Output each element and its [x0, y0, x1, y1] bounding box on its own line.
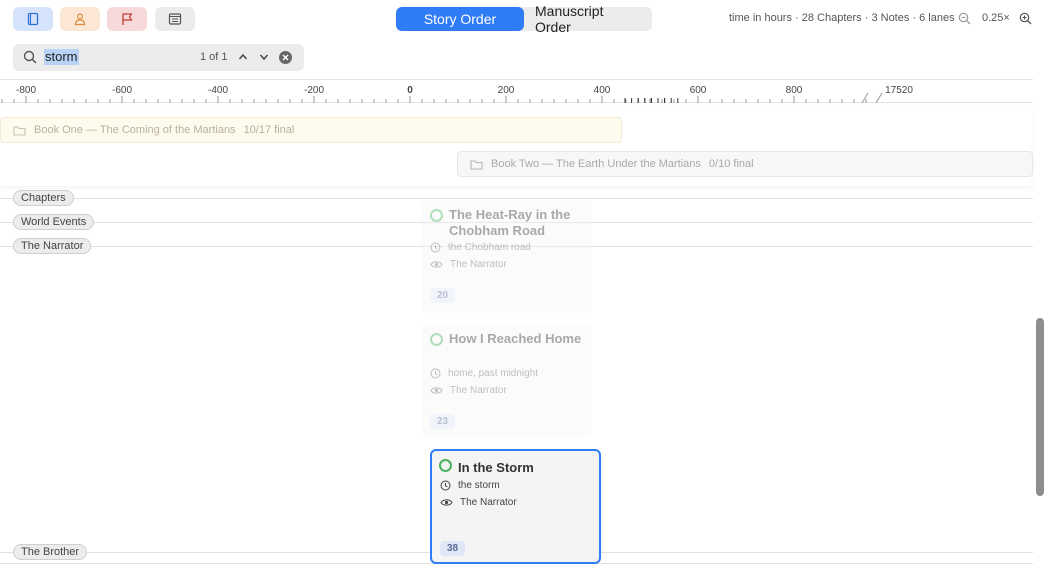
- chapter-pov: The Narrator: [430, 259, 507, 270]
- chapter-number-badge: 23: [430, 414, 455, 429]
- chevron-up-icon: [238, 53, 248, 60]
- chapter-number-badge: 38: [440, 541, 465, 556]
- zoom-level: 0.25×: [982, 12, 1010, 24]
- ruler-label: -600: [111, 85, 133, 96]
- status-circle-icon: [439, 459, 452, 472]
- book-progress: 0/10 final: [708, 158, 754, 170]
- chapter-time-text: home, past midnight: [448, 368, 539, 379]
- timeline-info: time in hours · 28 Chapters · 3 Notes · …: [729, 12, 955, 24]
- eye-icon: [430, 261, 443, 268]
- axis-break-mark: [875, 92, 883, 104]
- book-title: Book One — The Coming of the Martians: [34, 124, 236, 136]
- book-title: Book Two — The Earth Under the Martians: [491, 158, 701, 170]
- ruler-label: 600: [689, 85, 707, 96]
- chapter-time-text: the Chobham road: [448, 242, 531, 253]
- ruler-label: 17520: [885, 85, 913, 96]
- ruler-label: 800: [785, 85, 803, 96]
- book-icon: [27, 12, 39, 26]
- chapter-time: home, past midnight: [430, 368, 538, 379]
- clock-icon: [440, 480, 451, 491]
- folder-icon: [470, 159, 483, 170]
- close-icon: [282, 54, 289, 61]
- chapters-view-button[interactable]: [13, 7, 53, 31]
- clear-search-button[interactable]: [279, 51, 292, 64]
- ruler-label: 0: [407, 85, 413, 96]
- chapter-card[interactable]: How I Reached Home home, past midnight T…: [421, 324, 592, 437]
- chapter-pov-text: The Narrator: [450, 385, 507, 396]
- events-view-button[interactable]: [107, 7, 147, 31]
- chapter-pov-text: The Narrator: [450, 259, 507, 270]
- book-progress: 10/17 final: [243, 124, 295, 136]
- zoom-in-button[interactable]: [1019, 12, 1032, 25]
- lane-label-the-brother[interactable]: The Brother: [13, 544, 88, 560]
- search-match-count: 1 of 1: [200, 51, 228, 63]
- notes-view-button[interactable]: [155, 7, 195, 31]
- chapter-number-badge: 20: [430, 288, 455, 303]
- chapter-title: The Heat-Ray in the Chobham Road: [449, 207, 571, 238]
- zoom-out-icon: [958, 12, 971, 25]
- folder-icon: [13, 125, 26, 136]
- previous-match-button[interactable]: [237, 51, 249, 63]
- ruler-label: 400: [593, 85, 611, 96]
- axis-break-mark: [861, 92, 869, 104]
- notes-icon: [168, 13, 182, 25]
- chapter-time: the Chobham road: [430, 242, 531, 253]
- flag-icon: [122, 13, 133, 25]
- chapter-pov: The Narrator: [430, 385, 507, 396]
- book-two-bar[interactable]: Book Two — The Earth Under the Martians …: [457, 151, 1033, 177]
- ruler-label: 200: [497, 85, 515, 96]
- next-match-button[interactable]: [258, 51, 270, 63]
- status-circle-icon: [430, 333, 443, 346]
- lane-label-chapters[interactable]: Chapters: [13, 190, 74, 206]
- ruler-ticks: [1, 92, 883, 104]
- eye-icon: [430, 387, 443, 394]
- book-one-bar[interactable]: Book One — The Coming of the Martians 10…: [0, 117, 622, 143]
- ruler-label: -800: [15, 85, 37, 96]
- scrollbar-thumb[interactable]: [1036, 318, 1044, 496]
- chapter-time-text: the storm: [458, 480, 500, 491]
- chevron-down-icon: [259, 54, 269, 61]
- zoom-in-icon: [1019, 12, 1032, 25]
- clock-icon: [430, 368, 441, 379]
- order-toggle: Story Order Manuscript Order: [396, 3, 652, 35]
- person-icon: [74, 13, 86, 26]
- chapter-pov-text: The Narrator: [460, 497, 517, 508]
- chapter-pov: The Narrator: [440, 497, 517, 508]
- chapter-card-selected[interactable]: In the Storm the storm The Narrator 38: [430, 449, 601, 564]
- ruler-label: -400: [207, 85, 229, 96]
- characters-view-button[interactable]: [60, 7, 100, 31]
- chapter-title: How I Reached Home: [449, 331, 582, 346]
- toolbar: Story Order Manuscript Order time in hou…: [0, 0, 1045, 38]
- lane-label-the-narrator[interactable]: The Narrator: [13, 238, 92, 254]
- time-ruler[interactable]: -800 -600 -400 -200 0 200 400 600 800 17…: [0, 79, 1033, 104]
- lane-label-world-events[interactable]: World Events: [13, 214, 95, 230]
- clock-icon: [430, 242, 441, 253]
- eye-icon: [440, 499, 453, 506]
- story-order-button[interactable]: Story Order: [396, 7, 524, 31]
- chapter-title: In the Storm: [458, 460, 534, 475]
- ruler-label: -200: [303, 85, 325, 96]
- zoom-out-button[interactable]: [958, 12, 971, 25]
- search-icon: [23, 50, 37, 64]
- search-value: storm: [44, 49, 79, 65]
- chapter-time: the storm: [440, 480, 500, 491]
- chapter-card[interactable]: The Heat-Ray in the Chobham Road the Cho…: [421, 200, 592, 313]
- lane-divider: [0, 198, 1033, 199]
- manuscript-order-button[interactable]: Manuscript Order: [524, 3, 652, 35]
- status-circle-icon: [430, 209, 443, 222]
